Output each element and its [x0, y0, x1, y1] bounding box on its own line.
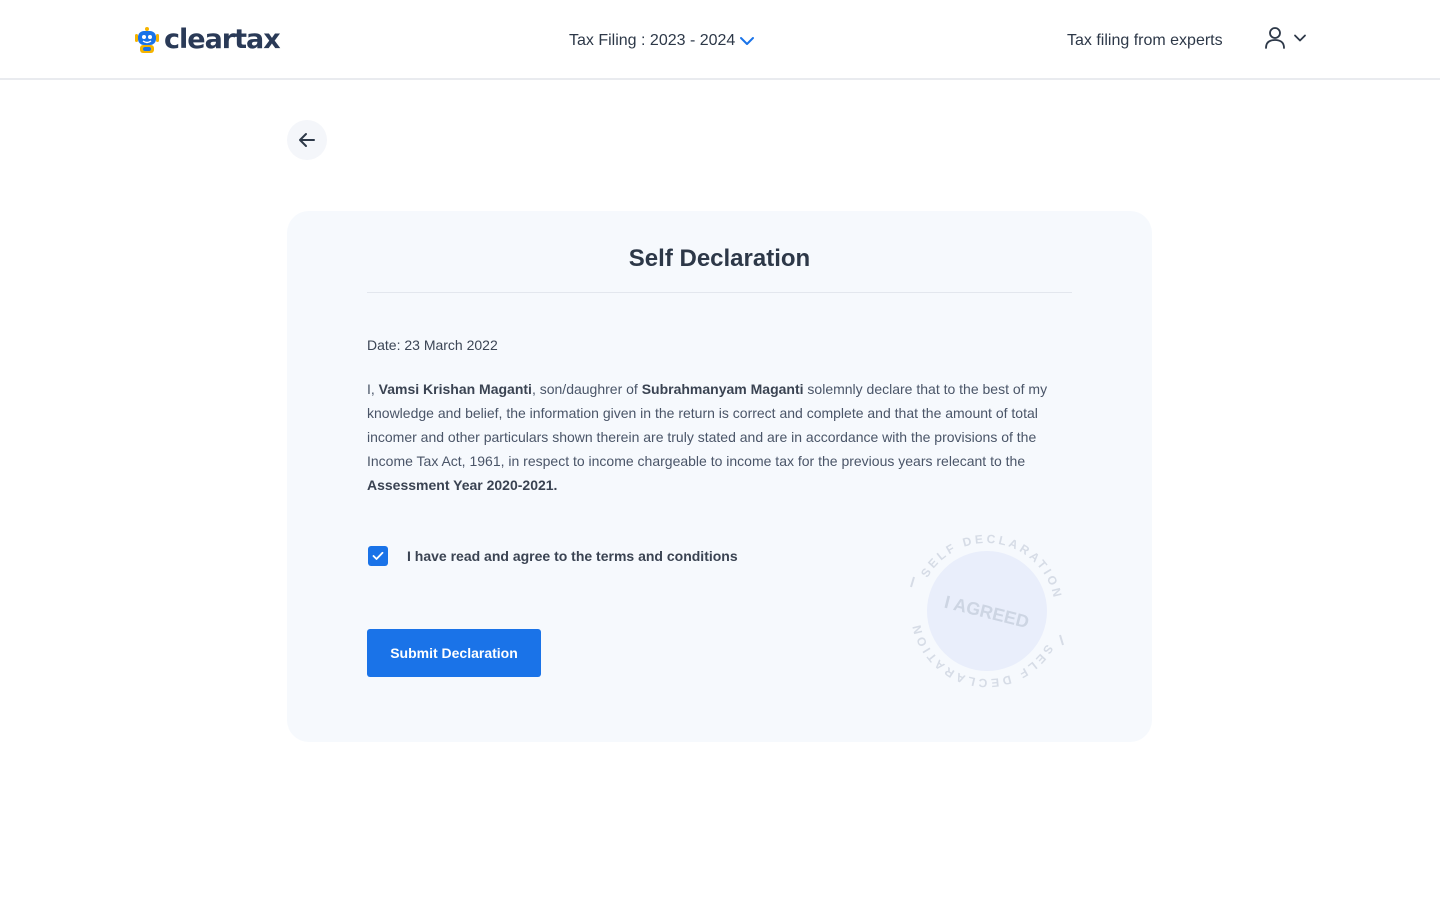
tax-year-label: Tax Filing : 2023 - 2024: [569, 32, 736, 49]
back-button[interactable]: [287, 120, 327, 160]
terms-agreement[interactable]: I have read and agree to the terms and c…: [368, 545, 738, 567]
declaration-relation: , son/daughrer of: [531, 381, 642, 397]
user-icon: [1265, 27, 1285, 49]
parent-name: Subrahmanyam Maganti: [641, 381, 804, 397]
declaration-text: I, Vamsi Krishan Maganti, son/daughrer o…: [367, 377, 1077, 497]
brand-name: cleartax: [164, 24, 281, 55]
stamp-tick: [910, 576, 915, 588]
arrow-left-icon: [299, 133, 315, 147]
cleartax-logo[interactable]: cleartax: [134, 24, 281, 56]
checkmark-icon: [372, 551, 384, 560]
declaration-prefix: I,: [367, 381, 379, 397]
user-menu[interactable]: [1264, 26, 1308, 50]
page-title: Self Declaration: [628, 245, 811, 272]
declaration-date: Date: 23 March 2022: [367, 337, 498, 353]
stamp-tick: [1059, 634, 1064, 646]
robot-mascot-icon: [135, 27, 159, 53]
chevron-down-icon: [740, 37, 755, 45]
top-header: cleartax Tax Filing : 2023 - 2024 Tax fi…: [0, 0, 1440, 80]
i-agreed-stamp: SELF DECLARATION SELF DECLARATION I AGRE…: [901, 525, 1073, 697]
declarant-name: Vamsi Krishan Maganti: [378, 381, 532, 397]
tax-year-dropdown[interactable]: Tax Filing : 2023 - 2024: [569, 29, 755, 53]
terms-label: I have read and agree to the terms and c…: [407, 548, 738, 564]
terms-checkbox[interactable]: [368, 546, 388, 566]
submit-declaration-button[interactable]: Submit Declaration: [367, 629, 541, 677]
tax-filing-experts-link[interactable]: Tax filing from experts: [1067, 29, 1223, 53]
assessment-year: Assessment Year 2020-2021.: [367, 477, 558, 493]
self-declaration-card: Self Declaration Date: 23 March 2022 I, …: [287, 211, 1152, 742]
title-divider: [367, 292, 1072, 293]
chevron-down-icon: [1294, 34, 1306, 42]
